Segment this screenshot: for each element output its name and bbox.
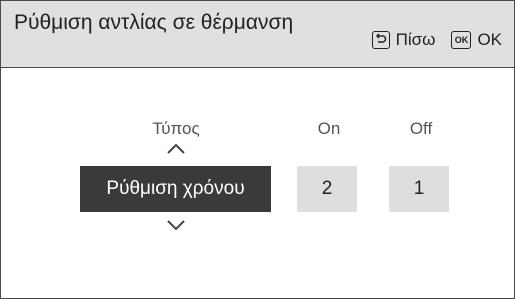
- back-label: Πίσω: [395, 30, 436, 49]
- type-selector[interactable]: Ρύθμιση χρόνου: [80, 166, 271, 212]
- on-column-label: On: [317, 119, 341, 138]
- header-nav: Πίσω OK OK: [371, 30, 502, 50]
- back-button[interactable]: Πίσω: [371, 30, 436, 50]
- ok-button[interactable]: OK OK: [451, 30, 502, 50]
- off-column-label: Off: [409, 119, 433, 138]
- page-title: Ρύθμιση αντλίας σε θέρμανση: [14, 11, 294, 34]
- ok-icon: OK: [451, 31, 472, 49]
- chevron-up-icon[interactable]: [166, 143, 186, 155]
- off-value-field[interactable]: 1: [389, 166, 449, 212]
- pump-heating-settings-screen: Ρύθμιση αντλίας σε θέρμανση Πίσω OK OK Τ…: [0, 0, 515, 299]
- chevron-down-icon[interactable]: [166, 219, 186, 231]
- type-column-label: Τύπος: [152, 119, 200, 138]
- back-arrow-icon: [371, 31, 390, 49]
- ok-label: OK: [477, 30, 502, 49]
- header-bar: Ρύθμιση αντλίας σε θέρμανση Πίσω OK OK: [1, 1, 514, 68]
- on-value-field[interactable]: 2: [297, 166, 357, 212]
